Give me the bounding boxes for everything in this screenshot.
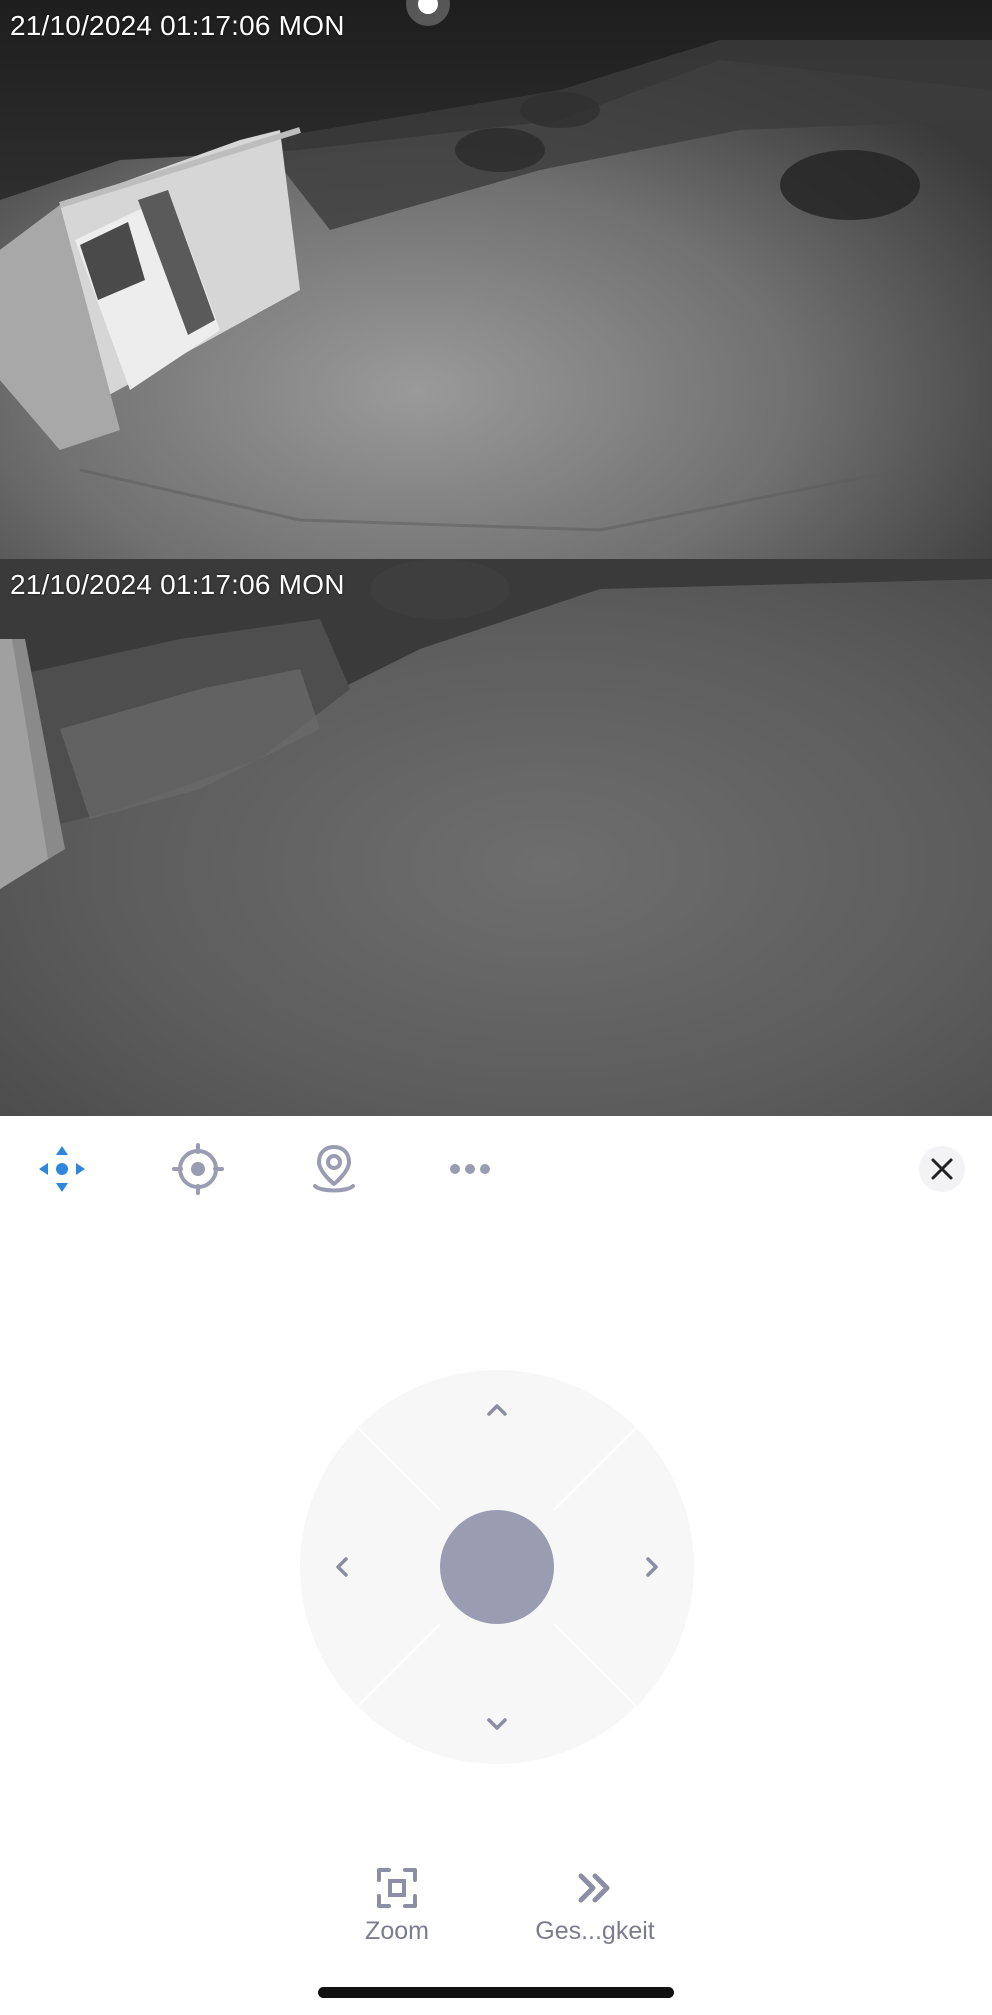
speed-button[interactable]: Ges...gkeit: [525, 1864, 665, 1954]
chevron-right-icon: [646, 1557, 658, 1577]
speed-label: Ges...gkeit: [535, 1917, 655, 1945]
camera-location-icon: [313, 1145, 355, 1193]
pan-down-button[interactable]: [467, 1694, 527, 1754]
pan-up-button[interactable]: [467, 1380, 527, 1440]
pan-left-button[interactable]: [312, 1537, 372, 1597]
chevron-left-icon: [336, 1557, 348, 1577]
more-icon: [450, 1164, 490, 1174]
crosshair-icon: [172, 1143, 224, 1195]
home-indicator[interactable]: [318, 1987, 674, 1998]
pan-tilt-tab[interactable]: [27, 1134, 97, 1204]
ptz-control-panel: Zoom Ges...gkeit: [0, 1116, 992, 2015]
camera-view-2[interactable]: 21/10/2024 01:17:06 MON: [0, 559, 992, 1116]
double-chevron-right-icon: [578, 1873, 610, 1903]
camera-view-1[interactable]: 21/10/2024 01:17:06 MON: [0, 0, 992, 559]
camera-location-tab[interactable]: [299, 1134, 369, 1204]
ptz-joystick[interactable]: [300, 1370, 694, 1764]
preset-position-tab[interactable]: [163, 1134, 233, 1204]
control-toolbar: [0, 1116, 992, 1220]
zoom-button[interactable]: Zoom: [327, 1864, 467, 1954]
close-button[interactable]: [919, 1146, 965, 1192]
pan-right-button[interactable]: [622, 1537, 682, 1597]
timestamp-overlay: 21/10/2024 01:17:06 MON: [10, 10, 345, 41]
close-icon: [931, 1158, 953, 1180]
more-options-tab[interactable]: [435, 1134, 505, 1204]
timestamp-overlay: 21/10/2024 01:17:06 MON: [10, 569, 345, 600]
zoom-label: Zoom: [365, 1917, 429, 1945]
joystick-knob[interactable]: [440, 1510, 554, 1624]
chevron-up-icon: [487, 1404, 507, 1416]
camera-feed-2: [0, 559, 992, 1116]
pan-tilt-icon: [39, 1146, 85, 1192]
camera-feed-1: [0, 0, 992, 559]
zoom-icon: [377, 1868, 417, 1908]
chevron-down-icon: [487, 1718, 507, 1730]
